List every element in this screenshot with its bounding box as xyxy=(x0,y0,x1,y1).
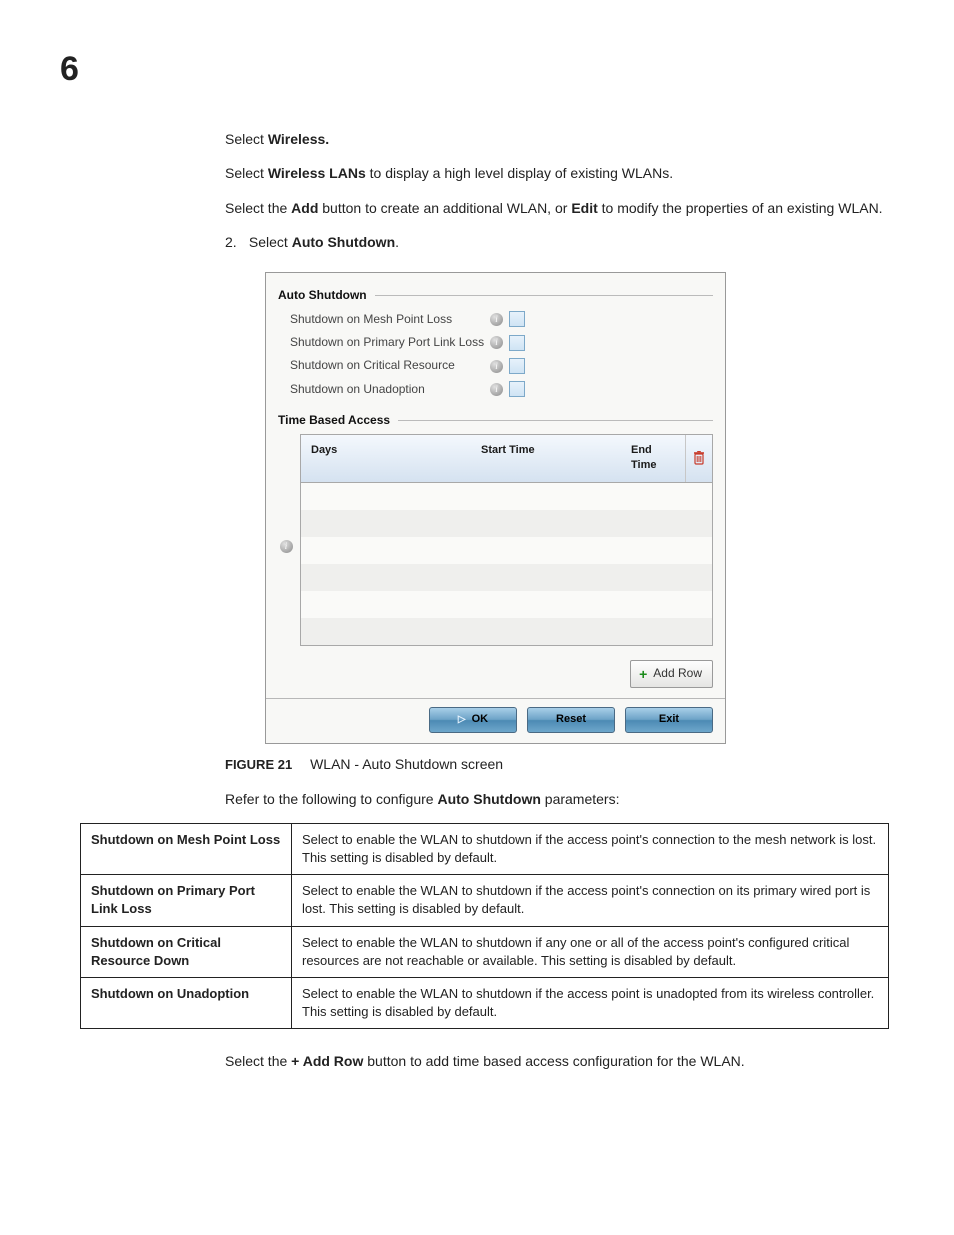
table-row[interactable] xyxy=(301,510,712,537)
ok-button[interactable]: ▷ OK xyxy=(429,707,517,733)
param-name: Shutdown on Mesh Point Loss xyxy=(81,823,292,874)
option-critical-resource: Shutdown on Critical Resource i xyxy=(290,357,725,374)
step-2: 2. Select Auto Shutdown. xyxy=(225,232,889,252)
column-end-time[interactable]: End Time xyxy=(621,435,685,483)
figure-title: WLAN - Auto Shutdown screen xyxy=(310,756,503,772)
section-title: Time Based Access xyxy=(278,412,390,429)
figure-caption: FIGURE 21 WLAN - Auto Shutdown screen xyxy=(225,754,889,775)
info-icon[interactable]: i xyxy=(490,383,503,396)
table-row[interactable] xyxy=(301,591,712,618)
button-bar: ▷ OK Reset Exit xyxy=(266,698,725,743)
checkbox[interactable] xyxy=(509,335,525,351)
section-auto-shutdown: Auto Shutdown xyxy=(278,287,713,304)
instruction-line-1: Select Wireless. xyxy=(225,129,889,149)
param-desc: Select to enable the WLAN to shutdown if… xyxy=(292,823,889,874)
term-add: Add xyxy=(291,200,318,216)
page-number: 6 xyxy=(60,50,889,89)
table-row[interactable] xyxy=(301,564,712,591)
text: Select the xyxy=(225,1053,291,1069)
table-row[interactable] xyxy=(301,618,712,645)
divider xyxy=(375,295,713,296)
reset-button[interactable]: Reset xyxy=(527,707,615,733)
checkbox[interactable] xyxy=(509,311,525,327)
term-add-row: + Add Row xyxy=(291,1053,363,1069)
text: to modify the properties of an existing … xyxy=(598,200,883,216)
section-time-based-access: Time Based Access xyxy=(278,412,713,429)
info-icon[interactable]: i xyxy=(490,313,503,326)
term-auto-shutdown: Auto Shutdown xyxy=(437,791,540,807)
term-wireless-lans: Wireless LANs xyxy=(268,165,366,181)
ok-label: OK xyxy=(472,712,489,728)
table-row: Shutdown on Unadoption Select to enable … xyxy=(81,978,889,1029)
table-row[interactable] xyxy=(301,483,712,510)
info-icon[interactable]: i xyxy=(280,540,293,553)
param-desc: Select to enable the WLAN to shutdown if… xyxy=(292,978,889,1029)
text: parameters: xyxy=(541,791,620,807)
table-row: Shutdown on Critical Resource Down Selec… xyxy=(81,926,889,977)
grid-header: Days Start Time End Time xyxy=(301,435,712,484)
grid-body xyxy=(301,483,712,645)
grid-info-column: i xyxy=(278,434,300,553)
time-access-grid: Days Start Time End Time xyxy=(300,434,713,647)
add-row-button[interactable]: + Add Row xyxy=(630,660,713,687)
refer-line: Refer to the following to configure Auto… xyxy=(225,789,889,809)
trash-icon xyxy=(693,451,705,465)
auto-shutdown-panel: Auto Shutdown Shutdown on Mesh Point Los… xyxy=(265,272,726,744)
step-number: 2. xyxy=(225,232,245,252)
text: Select xyxy=(225,165,268,181)
section-title: Auto Shutdown xyxy=(278,287,367,304)
param-name: Shutdown on Primary Port Link Loss xyxy=(81,875,292,926)
final-line: Select the + Add Row button to add time … xyxy=(225,1051,889,1071)
table-row[interactable] xyxy=(301,537,712,564)
option-label: Shutdown on Primary Port Link Loss xyxy=(290,334,490,351)
table-row: Shutdown on Primary Port Link Loss Selec… xyxy=(81,875,889,926)
plus-icon: + xyxy=(639,667,647,681)
text: button to create an additional WLAN, or xyxy=(318,200,571,216)
instruction-line-3: Select the Add button to create an addit… xyxy=(225,198,889,218)
text: to display a high level display of exist… xyxy=(366,165,673,181)
info-icon[interactable]: i xyxy=(490,336,503,349)
param-desc: Select to enable the WLAN to shutdown if… xyxy=(292,875,889,926)
instruction-line-2: Select Wireless LANs to display a high l… xyxy=(225,163,889,183)
table-row: Shutdown on Mesh Point Loss Select to en… xyxy=(81,823,889,874)
column-days[interactable]: Days xyxy=(301,435,471,483)
add-row-bar: + Add Row xyxy=(278,660,713,687)
column-delete[interactable] xyxy=(685,435,712,483)
term-auto-shutdown: Auto Shutdown xyxy=(292,234,395,250)
param-name: Shutdown on Critical Resource Down xyxy=(81,926,292,977)
play-icon: ▷ xyxy=(458,713,466,728)
term-wireless: Wireless. xyxy=(268,131,329,147)
text: Select xyxy=(249,234,292,250)
add-row-label: Add Row xyxy=(653,665,702,682)
term-edit: Edit xyxy=(571,200,597,216)
info-icon[interactable]: i xyxy=(490,360,503,373)
param-name: Shutdown on Unadoption xyxy=(81,978,292,1029)
option-unadoption: Shutdown on Unadoption i xyxy=(290,381,725,398)
content-body: Select Wireless. Select Wireless LANs to… xyxy=(225,129,889,1072)
checkbox[interactable] xyxy=(509,381,525,397)
text: button to add time based access configur… xyxy=(363,1053,744,1069)
option-label: Shutdown on Critical Resource xyxy=(290,357,490,374)
option-mesh-point-loss: Shutdown on Mesh Point Loss i xyxy=(290,311,725,328)
option-label: Shutdown on Mesh Point Loss xyxy=(290,311,490,328)
option-primary-port-link-loss: Shutdown on Primary Port Link Loss i xyxy=(290,334,725,351)
text: Select the xyxy=(225,200,291,216)
column-start-time[interactable]: Start Time xyxy=(471,435,621,483)
figure-label: FIGURE 21 xyxy=(225,757,292,772)
option-label: Shutdown on Unadoption xyxy=(290,381,490,398)
param-desc: Select to enable the WLAN to shutdown if… xyxy=(292,926,889,977)
checkbox[interactable] xyxy=(509,358,525,374)
exit-button[interactable]: Exit xyxy=(625,707,713,733)
parameter-table: Shutdown on Mesh Point Loss Select to en… xyxy=(80,823,889,1030)
divider xyxy=(398,420,713,421)
text: Select xyxy=(225,131,268,147)
text: . xyxy=(395,234,399,250)
text: Refer to the following to configure xyxy=(225,791,437,807)
